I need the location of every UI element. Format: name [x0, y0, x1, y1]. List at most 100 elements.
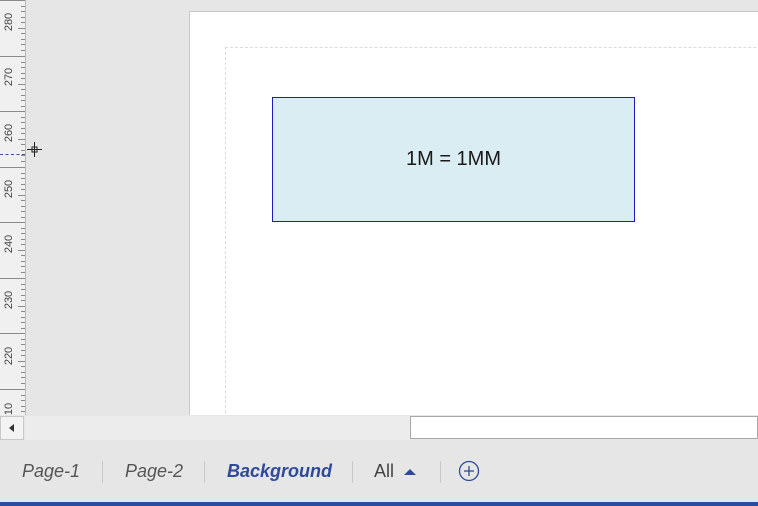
- ruler-tick: [0, 222, 25, 223]
- ruler-tick: [18, 361, 25, 362]
- ruler-tick: [21, 239, 25, 240]
- ruler-tick: [21, 22, 25, 23]
- ruler-tick: [21, 6, 25, 7]
- caret-up-icon: [404, 468, 417, 475]
- ruler-tick: [21, 395, 25, 396]
- ruler-label: 220: [3, 346, 16, 366]
- ruler-tick: [21, 289, 25, 290]
- visio-window: 280 270 260 250 240 230 220 10 1M = 1MM: [0, 0, 758, 506]
- ruler-tick: [21, 117, 25, 118]
- ruler-tick: [21, 184, 25, 185]
- ruler-tick: [21, 366, 25, 367]
- ruler-tick: [21, 355, 25, 356]
- ruler-tick: [21, 189, 25, 190]
- ruler-tick: [21, 233, 25, 234]
- tab-separator: [440, 461, 441, 483]
- ruler-tick: [21, 78, 25, 79]
- ruler-tick: [18, 306, 25, 307]
- tab-label: Background: [227, 461, 333, 481]
- ruler-label: 270: [3, 67, 16, 87]
- ruler-tick: [21, 173, 25, 174]
- ruler-tick: [18, 250, 25, 251]
- ruler-tick: [21, 106, 25, 107]
- ruler-tick: [0, 278, 25, 279]
- tab-background[interactable]: Background: [227, 441, 332, 502]
- ruler-tick: [0, 111, 25, 112]
- shape-text[interactable]: 1M = 1MM: [406, 148, 501, 171]
- ruler-tick: [21, 217, 25, 218]
- ruler-tick: [21, 133, 25, 134]
- ruler-tick: [21, 11, 25, 12]
- ruler-tick: [21, 150, 25, 151]
- horizontal-scrollbar[interactable]: [0, 415, 758, 441]
- ruler-tick: [21, 377, 25, 378]
- ruler-tick: [0, 0, 25, 1]
- ruler-tick: [21, 255, 25, 256]
- ruler-tick: [21, 33, 25, 34]
- ruler-tick: [21, 206, 25, 207]
- all-pages-label: All: [374, 461, 395, 481]
- ruler-tick: [0, 389, 25, 390]
- ruler-tick: [21, 266, 25, 267]
- ruler-tick: [21, 50, 25, 51]
- all-pages-menu[interactable]: All: [374, 441, 417, 502]
- ruler-tick: [21, 339, 25, 340]
- ruler-tick: [0, 56, 25, 57]
- tab-separator: [102, 461, 103, 483]
- ruler-tick: [21, 73, 25, 74]
- ruler-tick: [21, 322, 25, 323]
- ruler-tick: [21, 144, 25, 145]
- ruler-tick: [21, 211, 25, 212]
- ruler-tick: [21, 67, 25, 68]
- ruler-tick: [21, 200, 25, 201]
- ruler-label: 240: [3, 234, 16, 254]
- ruler-label: 230: [3, 290, 16, 310]
- ruler-tick: [21, 95, 25, 96]
- ruler-tick: [21, 383, 25, 384]
- tab-label: Page-2: [125, 461, 184, 481]
- status-accent-line: [0, 502, 758, 506]
- ruler-tick: [21, 44, 25, 45]
- ruler-tick: [21, 344, 25, 345]
- scroll-track[interactable]: [25, 416, 410, 440]
- scroll-left-button[interactable]: [0, 416, 24, 440]
- ruler-tick: [18, 195, 25, 196]
- page-tab-bar: Page-1 Page-2 Background All: [0, 441, 758, 502]
- tab-page-2[interactable]: Page-2: [125, 441, 183, 502]
- plus-circle-icon[interactable]: [458, 460, 480, 482]
- rectangle-shape[interactable]: 1M = 1MM: [272, 97, 635, 222]
- ruler-label: 250: [3, 179, 16, 199]
- ruler-tick: [21, 272, 25, 273]
- ruler-label: 10: [3, 402, 15, 415]
- ruler-tick: [21, 328, 25, 329]
- ruler-tick: [18, 84, 25, 85]
- ruler-tick: [21, 372, 25, 373]
- ruler-tick: [21, 300, 25, 301]
- drawing-page[interactable]: 1M = 1MM: [189, 11, 758, 415]
- ruler-tick: [18, 139, 25, 140]
- scroll-thumb[interactable]: [410, 416, 758, 439]
- tab-separator: [352, 461, 353, 483]
- ruler-tick: [21, 244, 25, 245]
- ruler-position-guide: [0, 154, 25, 155]
- ruler-tick: [21, 17, 25, 18]
- scroll-left-icon: [9, 424, 14, 432]
- drawing-canvas[interactable]: 1M = 1MM: [26, 0, 758, 415]
- tab-page-1[interactable]: Page-1: [22, 441, 80, 502]
- ruler-label: 260: [3, 123, 16, 143]
- tab-label: Page-1: [22, 461, 81, 481]
- ruler-tick: [21, 178, 25, 179]
- ruler-label: 280: [3, 12, 16, 32]
- ruler-tick: [0, 167, 25, 168]
- ruler-tick: [21, 295, 25, 296]
- ruler-tick: [0, 333, 25, 334]
- tab-separator: [204, 461, 205, 483]
- vertical-ruler[interactable]: 280 270 260 250 240 230 220 10: [0, 0, 26, 415]
- ruler-tick: [21, 89, 25, 90]
- ruler-tick: [21, 400, 25, 401]
- ruler-tick: [21, 406, 25, 407]
- ruler-tick: [18, 28, 25, 29]
- ruler-tick: [21, 62, 25, 63]
- ruler-tick: [21, 317, 25, 318]
- ruler-tick: [21, 39, 25, 40]
